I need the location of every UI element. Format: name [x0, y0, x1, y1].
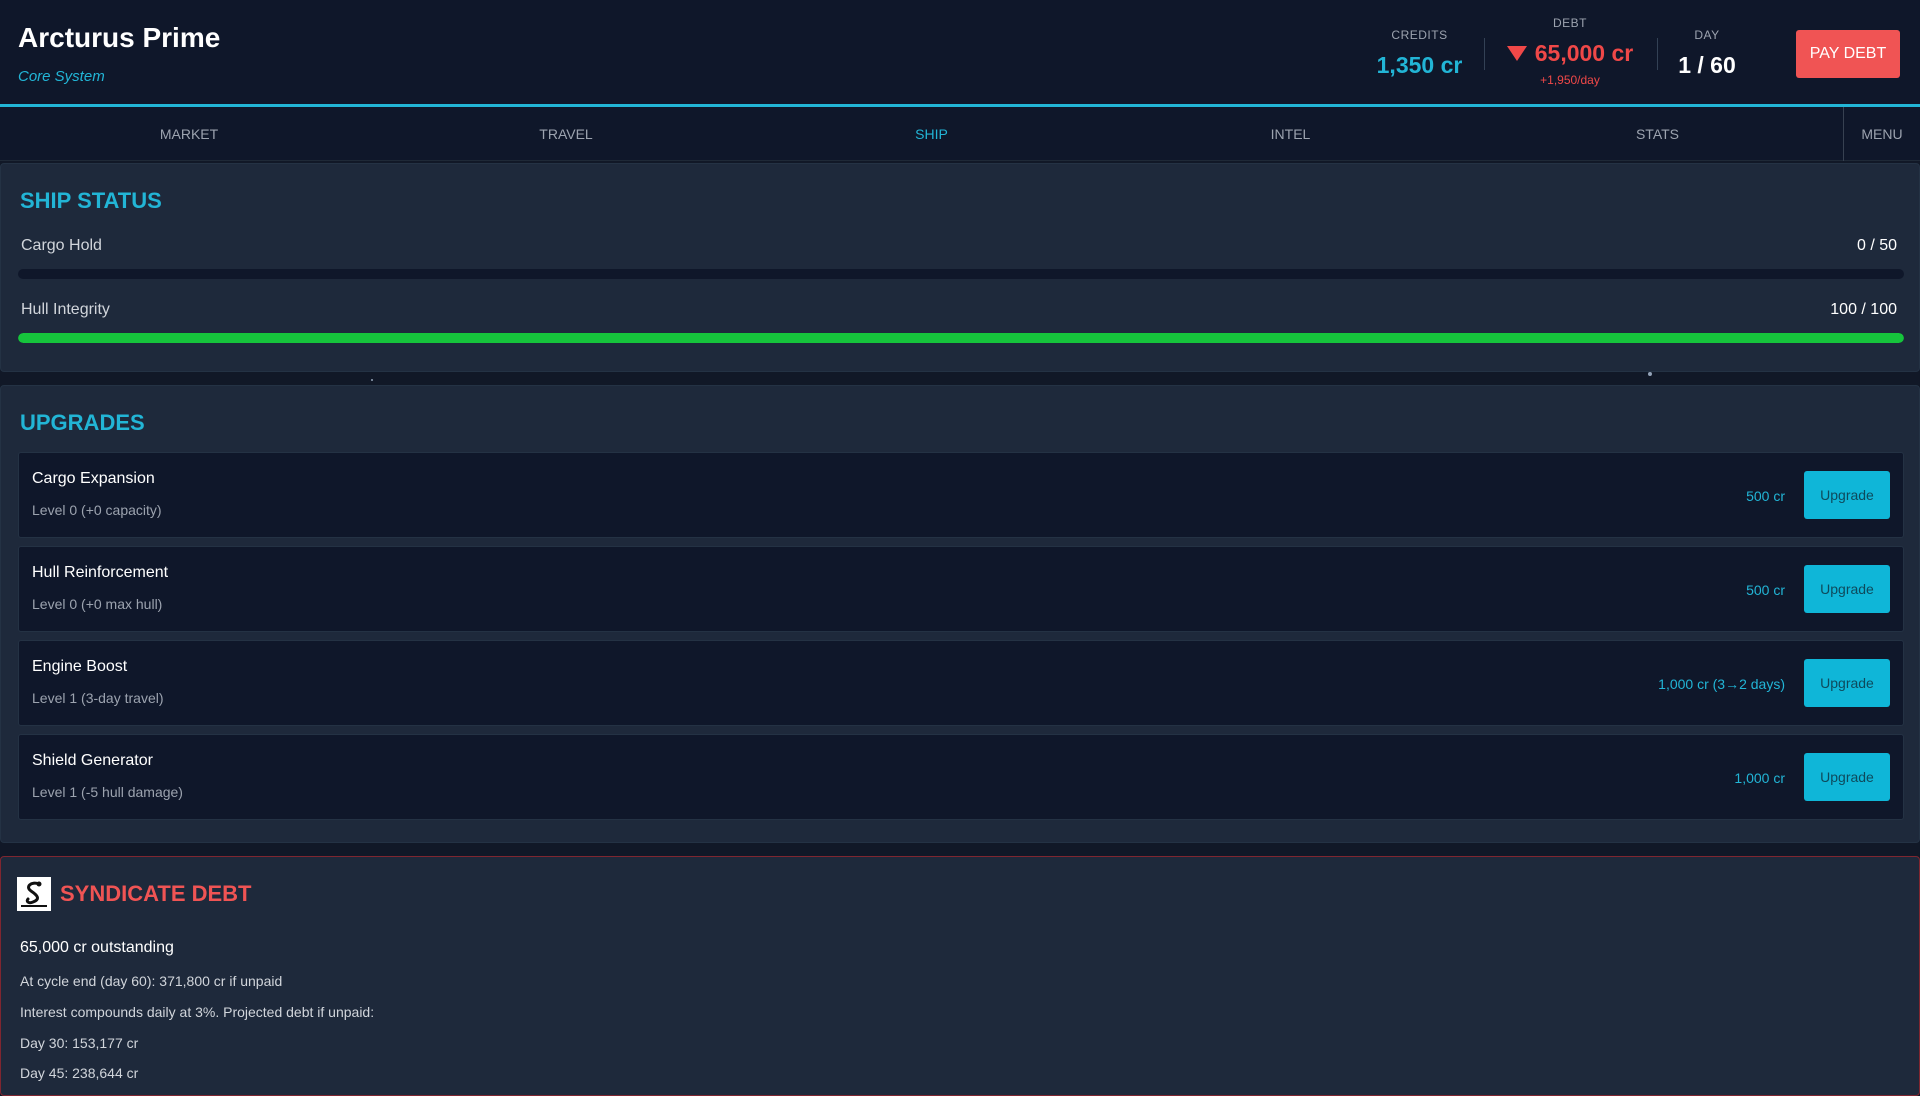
top-header: Arcturus Prime Core System CREDITS 1,350… — [0, 0, 1920, 107]
upgrade-cargo-expansion-button[interactable]: Upgrade — [1804, 471, 1890, 519]
background-speck — [1648, 372, 1652, 376]
debt-outstanding: 65,000 cr outstanding — [20, 939, 174, 956]
upgrade-level: Level 1 (-5 hull damage) — [32, 784, 183, 800]
upgrade-name: Hull Reinforcement — [32, 564, 169, 581]
tab-travel[interactable]: TRAVEL — [378, 107, 754, 161]
upgrade-item-shield-generator: Shield Generator Level 1 (-5 hull damage… — [18, 734, 1904, 820]
upgrade-level: Level 0 (+0 capacity) — [32, 502, 162, 518]
cargo-hold-value: 0 / 50 — [1856, 237, 1897, 254]
upgrade-engine-boost-button[interactable]: Upgrade — [1804, 659, 1890, 707]
upgrade-cost: 500 cr — [1746, 582, 1785, 598]
credits-label: CREDITS — [1391, 28, 1448, 42]
debt-down-arrow-icon — [1506, 46, 1527, 61]
debt-value: 65,000 cr — [1534, 40, 1634, 66]
tab-intel[interactable]: INTEL — [1109, 107, 1472, 161]
upgrade-cost: 500 cr — [1746, 488, 1785, 504]
syndicate-snake-logo-icon — [17, 877, 51, 911]
debt-info-line: Day 30: 153,177 cr — [20, 1035, 139, 1051]
background-speck — [371, 379, 373, 381]
debt-stat: DEBT 65,000 cr +1,950/day — [1495, 16, 1645, 87]
upgrade-level: Level 1 (3-day travel) — [32, 690, 164, 706]
debt-info-line: At cycle end (day 60): 371,800 cr if unp… — [20, 973, 283, 989]
ship-status-panel: SHIP STATUS Cargo Hold 0 / 50 Hull Integ… — [0, 163, 1920, 372]
debt-label: DEBT — [1552, 16, 1587, 30]
ship-status-title: SHIP STATUS — [20, 188, 162, 213]
upgrade-shield-generator-button[interactable]: Upgrade — [1804, 753, 1890, 801]
debt-info-line: Day 45: 238,644 cr — [20, 1065, 139, 1081]
hull-integrity-value: 100 / 100 — [1830, 301, 1897, 318]
hull-integrity-bar — [18, 333, 1904, 343]
main-nav: MARKET TRAVEL SHIP INTEL STATS MENU — [0, 107, 1920, 161]
tab-stats[interactable]: STATS — [1472, 107, 1843, 161]
upgrades-panel: UPGRADES Cargo Expansion Level 0 (+0 cap… — [0, 385, 1920, 843]
day-stat: DAY 1 / 60 — [1667, 28, 1747, 79]
credits-value: 1,350 cr — [1376, 52, 1463, 78]
upgrade-item-hull-reinforcement: Hull Reinforcement Level 0 (+0 max hull)… — [18, 546, 1904, 632]
tab-market[interactable]: MARKET — [0, 107, 378, 161]
header-divider — [1657, 38, 1658, 70]
syndicate-debt-title: SYNDICATE DEBT — [60, 881, 252, 906]
day-value: 1 / 60 — [1678, 52, 1736, 78]
upgrade-item-engine-boost: Engine Boost Level 1 (3-day travel) 1,00… — [18, 640, 1904, 726]
upgrade-item-cargo-expansion: Cargo Expansion Level 0 (+0 capacity) 50… — [18, 452, 1904, 538]
system-name: Core System — [18, 68, 105, 85]
menu-button[interactable]: MENU — [1843, 107, 1920, 161]
pay-debt-button[interactable]: PAY DEBT — [1796, 30, 1900, 78]
station-name: Arcturus Prime — [18, 22, 221, 53]
upgrade-hull-reinforcement-button[interactable]: Upgrade — [1804, 565, 1890, 613]
upgrade-name: Shield Generator — [32, 752, 153, 769]
tab-ship[interactable]: SHIP — [754, 107, 1109, 161]
hull-integrity-bar-fill — [18, 333, 1904, 343]
upgrades-title: UPGRADES — [20, 410, 145, 435]
upgrade-name: Engine Boost — [32, 658, 128, 675]
hull-integrity-label: Hull Integrity — [21, 301, 110, 318]
day-label: DAY — [1694, 28, 1720, 42]
header-divider — [1484, 38, 1485, 70]
upgrade-name: Cargo Expansion — [32, 470, 155, 487]
cargo-hold-label: Cargo Hold — [21, 237, 102, 254]
credits-stat: CREDITS 1,350 cr — [1362, 28, 1477, 79]
upgrade-cost: 1,000 cr (3→2 days) — [1658, 676, 1785, 692]
syndicate-debt-panel: SYNDICATE DEBT 65,000 cr outstanding At … — [0, 856, 1920, 1096]
upgrade-cost: 1,000 cr — [1734, 770, 1785, 786]
debt-info-line: Interest compounds daily at 3%. Projecte… — [20, 1004, 375, 1020]
debt-rate: +1,950/day — [1540, 73, 1600, 87]
cargo-hold-bar — [18, 269, 1904, 279]
upgrade-level: Level 0 (+0 max hull) — [32, 596, 163, 612]
